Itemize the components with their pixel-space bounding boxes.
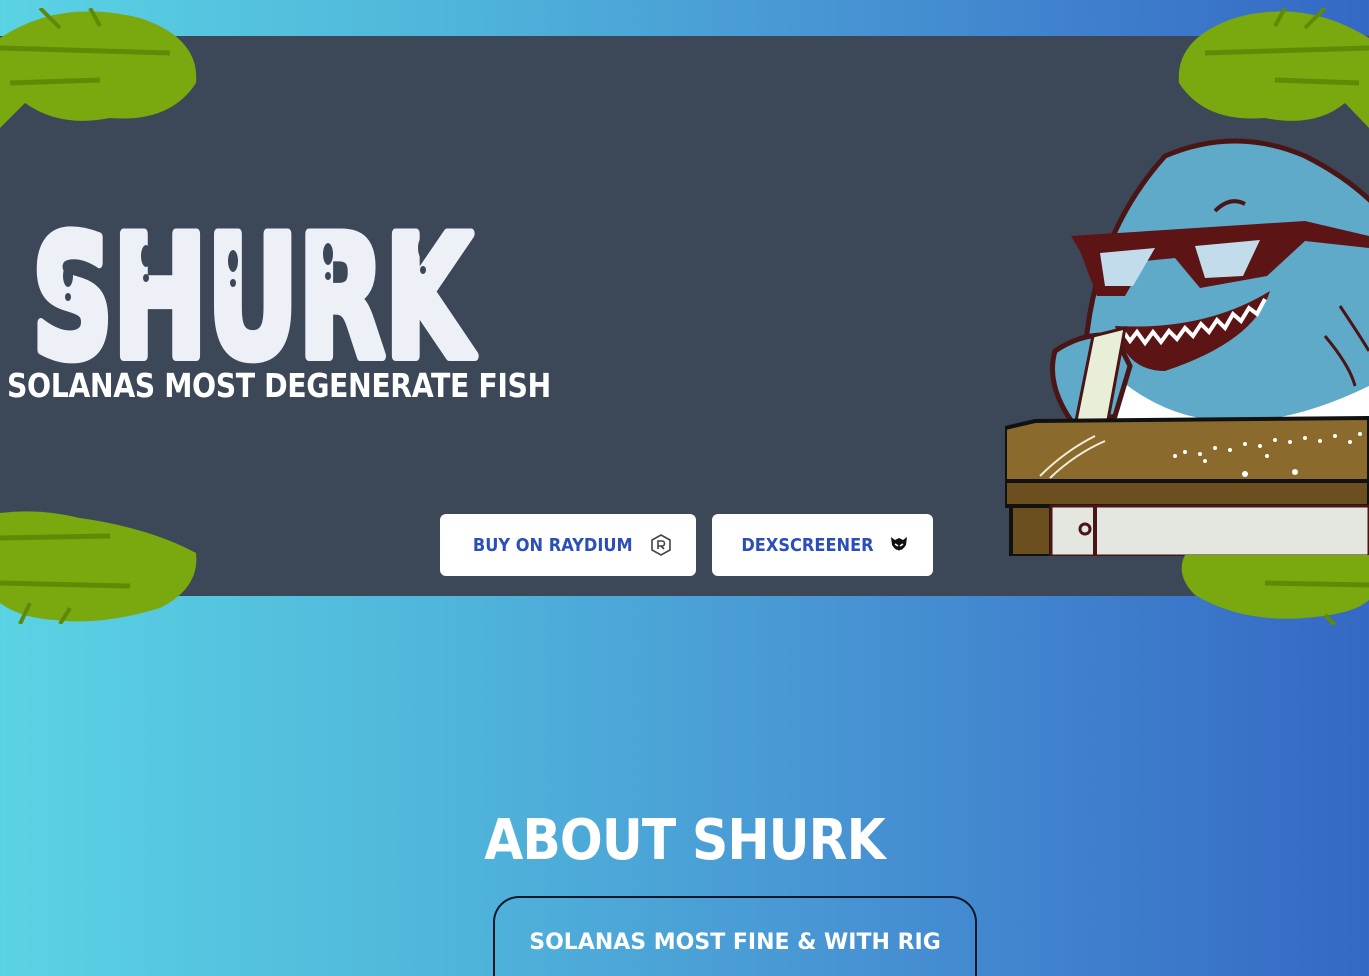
about-text: SOLANAS MOST FINE & WITH RIG <box>529 930 941 955</box>
shark-mascot <box>1005 136 1369 556</box>
dexscreener-button-label: DEXSCREENER <box>741 534 874 556</box>
raydium-button-label: BUY ON RAYDIUM <box>473 534 633 556</box>
palm-leaf-icon <box>1175 555 1369 625</box>
dexscreener-icon <box>889 534 911 556</box>
hero-section: SHURK SOLANAS MOST DEGENERATE FISH BUY O… <box>0 36 1369 596</box>
shurk-logo: SHURK <box>28 186 498 386</box>
raydium-icon <box>650 534 672 556</box>
palm-leaf-icon <box>0 508 200 624</box>
buy-on-raydium-button[interactable]: BUY ON RAYDIUM <box>440 514 696 576</box>
hero-tagline: SOLANAS MOST DEGENERATE FISH <box>7 366 551 405</box>
palm-leaf-icon <box>1175 8 1369 128</box>
svg-text:SHURK: SHURK <box>32 200 476 386</box>
about-title: ABOUT SHURK <box>484 808 885 873</box>
dexscreener-button[interactable]: DEXSCREENER <box>712 514 933 576</box>
palm-leaf-icon <box>0 8 200 128</box>
about-card: SOLANAS MOST FINE & WITH RIG <box>493 896 977 976</box>
